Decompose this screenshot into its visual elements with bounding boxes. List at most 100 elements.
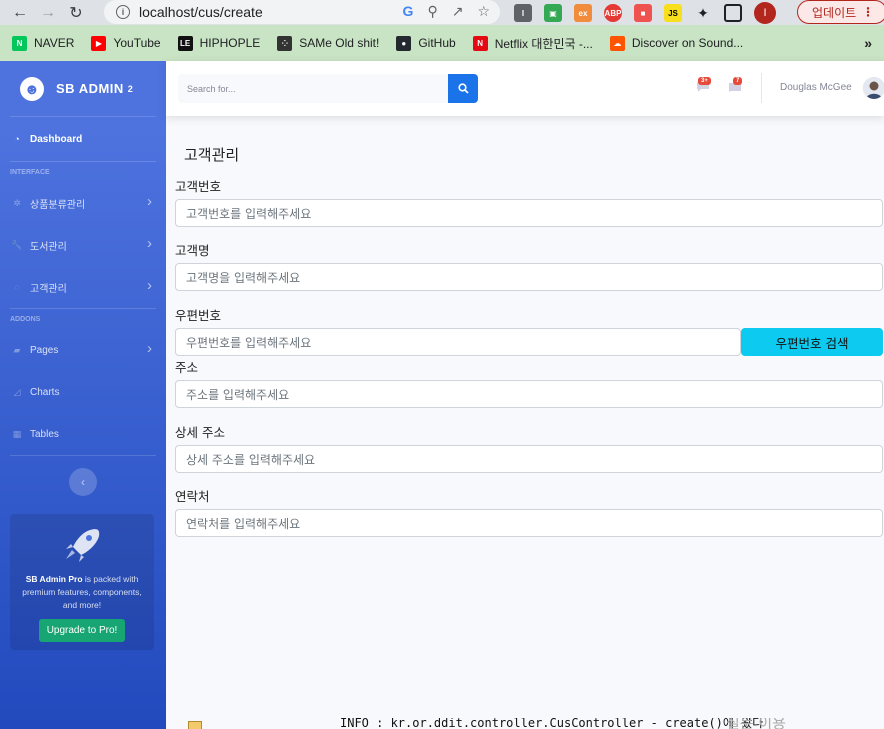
sidebar-divider: [10, 455, 156, 456]
brand-sup: 2: [127, 83, 134, 94]
cus-num-input[interactable]: 고객번호를 입력해주세요: [175, 199, 883, 227]
search-input[interactable]: Search for...: [178, 74, 448, 103]
zoom-icon[interactable]: ⚲: [427, 3, 437, 20]
search-icon: [457, 83, 469, 94]
bookmark-item[interactable]: ⁘ SAMe Old shit!: [277, 35, 380, 51]
field-label-address: 주소: [175, 360, 199, 375]
sidebar-item-0[interactable]: ✲ 상품분류관리 ›: [0, 182, 166, 224]
alerts-badge: 3+: [698, 77, 711, 85]
messages-button[interactable]: 7: [728, 77, 743, 98]
bookmark-item[interactable]: ▶ YouTube: [91, 35, 161, 51]
messages-badge: 7: [733, 77, 743, 85]
adblock-icon[interactable]: ABP: [604, 4, 622, 22]
naver-icon: N: [12, 35, 27, 51]
soundcloud-icon: ☁: [609, 35, 625, 51]
upgrade-button[interactable]: Upgrade to Pro!: [38, 619, 126, 642]
extension-screen-icon[interactable]: ▣: [544, 4, 562, 22]
more-vert-icon: ⋮: [862, 5, 874, 19]
forward-arrow-icon[interactable]: →: [34, 0, 62, 25]
update-button[interactable]: 업데이트 ⋮: [797, 0, 884, 24]
wrench-icon: 🔧: [11, 239, 23, 250]
address-input[interactable]: 주소를 입력해주세요: [175, 380, 883, 408]
sidebar-item-dashboard[interactable]: ◔ Dashboard: [0, 117, 166, 161]
page-title: 고객관리: [184, 146, 240, 164]
browser-toolbar: ← → ↻ i localhost/cus/create G ⚲ ↗ ☆ I ▣…: [0, 0, 884, 25]
sidebar-promo-card: SB Admin Pro is packed with premium feat…: [10, 514, 154, 650]
bookmark-label: YouTube: [113, 36, 161, 50]
chevron-right-icon: ›: [147, 235, 152, 252]
address-bar[interactable]: i localhost/cus/create G ⚲ ↗ ☆: [104, 0, 500, 24]
bookmark-item[interactable]: N NAVER: [12, 35, 75, 51]
extension-i-icon[interactable]: I: [514, 4, 532, 22]
user-name[interactable]: Douglas McGee: [780, 82, 852, 93]
zipcode-search-button[interactable]: 우편번호 검색: [741, 328, 883, 356]
tachometer-icon: ◔: [14, 134, 20, 144]
bookmark-item[interactable]: N Netflix 대한민국 -...: [472, 35, 593, 52]
zipcode-input[interactable]: 우편번호를 입력해주세요: [175, 328, 741, 356]
sidebar-item-label: 도서관리: [30, 241, 67, 253]
sidebar-item-4[interactable]: ◿ Charts: [0, 371, 166, 413]
rocket-icon: [66, 529, 100, 562]
extension-ex-icon[interactable]: ex: [574, 4, 592, 22]
chevron-right-icon: ›: [147, 193, 152, 210]
search-button[interactable]: [448, 74, 478, 103]
sidebar-item-5[interactable]: ▦ Tables: [0, 413, 166, 455]
table-icon: ▦: [12, 428, 22, 439]
folder-icon: ▰: [13, 344, 21, 355]
ghost-text: 질문 이용: [726, 718, 786, 729]
address-detail-input[interactable]: 상세 주소를 입력해주세요: [175, 445, 883, 473]
sidebar-item-2[interactable]: ◌ 고객관리 ›: [0, 266, 166, 308]
reload-icon[interactable]: ↻: [62, 0, 90, 25]
promo-title: SB Admin Pro: [25, 574, 83, 584]
bookmark-label: NAVER: [34, 36, 75, 50]
netflix-icon: N: [472, 35, 488, 51]
field-label-phone: 연락처: [175, 489, 210, 504]
field-label-zipcode: 우편번호: [175, 308, 222, 323]
youtube-icon: ▶: [91, 35, 107, 51]
chevron-right-icon: ›: [147, 340, 152, 357]
folder-icon: [188, 721, 202, 729]
bookmark-item[interactable]: LE HIPHOPLE: [177, 35, 260, 51]
alerts-button[interactable]: 3+: [696, 77, 711, 98]
bookmark-item[interactable]: ● GitHub: [396, 35, 456, 51]
field-label-cus-num: 고객번호: [175, 179, 222, 194]
field-label-cus-name: 고객명: [175, 243, 210, 258]
sidebar-item-1[interactable]: 🔧 도서관리 ›: [0, 224, 166, 266]
chevron-right-icon: ›: [147, 277, 152, 294]
sidebar-item-3[interactable]: ▰ Pages ›: [0, 329, 166, 371]
topbar-divider: [761, 73, 762, 103]
sidepanel-icon[interactable]: [724, 4, 742, 22]
user-avatar[interactable]: [863, 77, 884, 99]
sidebar-item-label: 고객관리: [30, 283, 67, 295]
profile-avatar[interactable]: I: [754, 2, 776, 24]
phone-input[interactable]: 연락처를 입력해주세요: [175, 509, 883, 537]
update-label: 업데이트: [812, 5, 857, 20]
chart-area-icon: ◿: [13, 386, 21, 397]
laugh-wink-icon: ☻: [17, 73, 47, 104]
sidebar-brand[interactable]: ☻ SB ADMIN 2: [0, 61, 166, 116]
share-icon[interactable]: ↗: [452, 3, 464, 20]
bookmarks-bar: N NAVER ▶ YouTube LE HIPHOPLE ⁘ SAMe Old shit! ●…: [0, 25, 884, 61]
bookmark-label: Discover on Sound...: [631, 36, 744, 50]
js-icon[interactable]: JS: [664, 4, 682, 22]
info-icon[interactable]: i: [116, 5, 130, 19]
hiphople-icon: LE: [177, 35, 193, 51]
back-arrow-icon[interactable]: ←: [6, 0, 34, 25]
sidebar-heading-addons: ADDONS: [10, 315, 41, 323]
bookmarks-overflow-icon[interactable]: »: [864, 35, 872, 51]
google-icon[interactable]: G: [403, 3, 414, 20]
spinner-icon: ◌: [14, 282, 20, 292]
field-label-address-detail: 상세 주소: [175, 425, 225, 440]
bookmark-item[interactable]: ☁ Discover on Sound...: [609, 35, 744, 51]
bookmark-label: SAMe Old shit!: [299, 36, 380, 50]
github-icon: ●: [396, 35, 412, 51]
promo-text: SB Admin Pro is packed with premium feat…: [10, 569, 154, 616]
cus-name-input[interactable]: 고객명을 입력해주세요: [175, 263, 883, 291]
puzzle-icon[interactable]: ✦: [694, 4, 712, 22]
extension-chat-icon[interactable]: ■: [634, 4, 652, 22]
sidebar: ☻ SB ADMIN 2 ◔ Dashboard INTERFACE ✲ 상품분류…: [0, 61, 166, 729]
sidebar-item-label: Pages: [30, 344, 59, 356]
sidebar-toggle-button[interactable]: ‹: [69, 468, 97, 496]
bookmark-star-icon[interactable]: ☆: [477, 3, 490, 20]
cog-icon: ✲: [13, 197, 21, 208]
